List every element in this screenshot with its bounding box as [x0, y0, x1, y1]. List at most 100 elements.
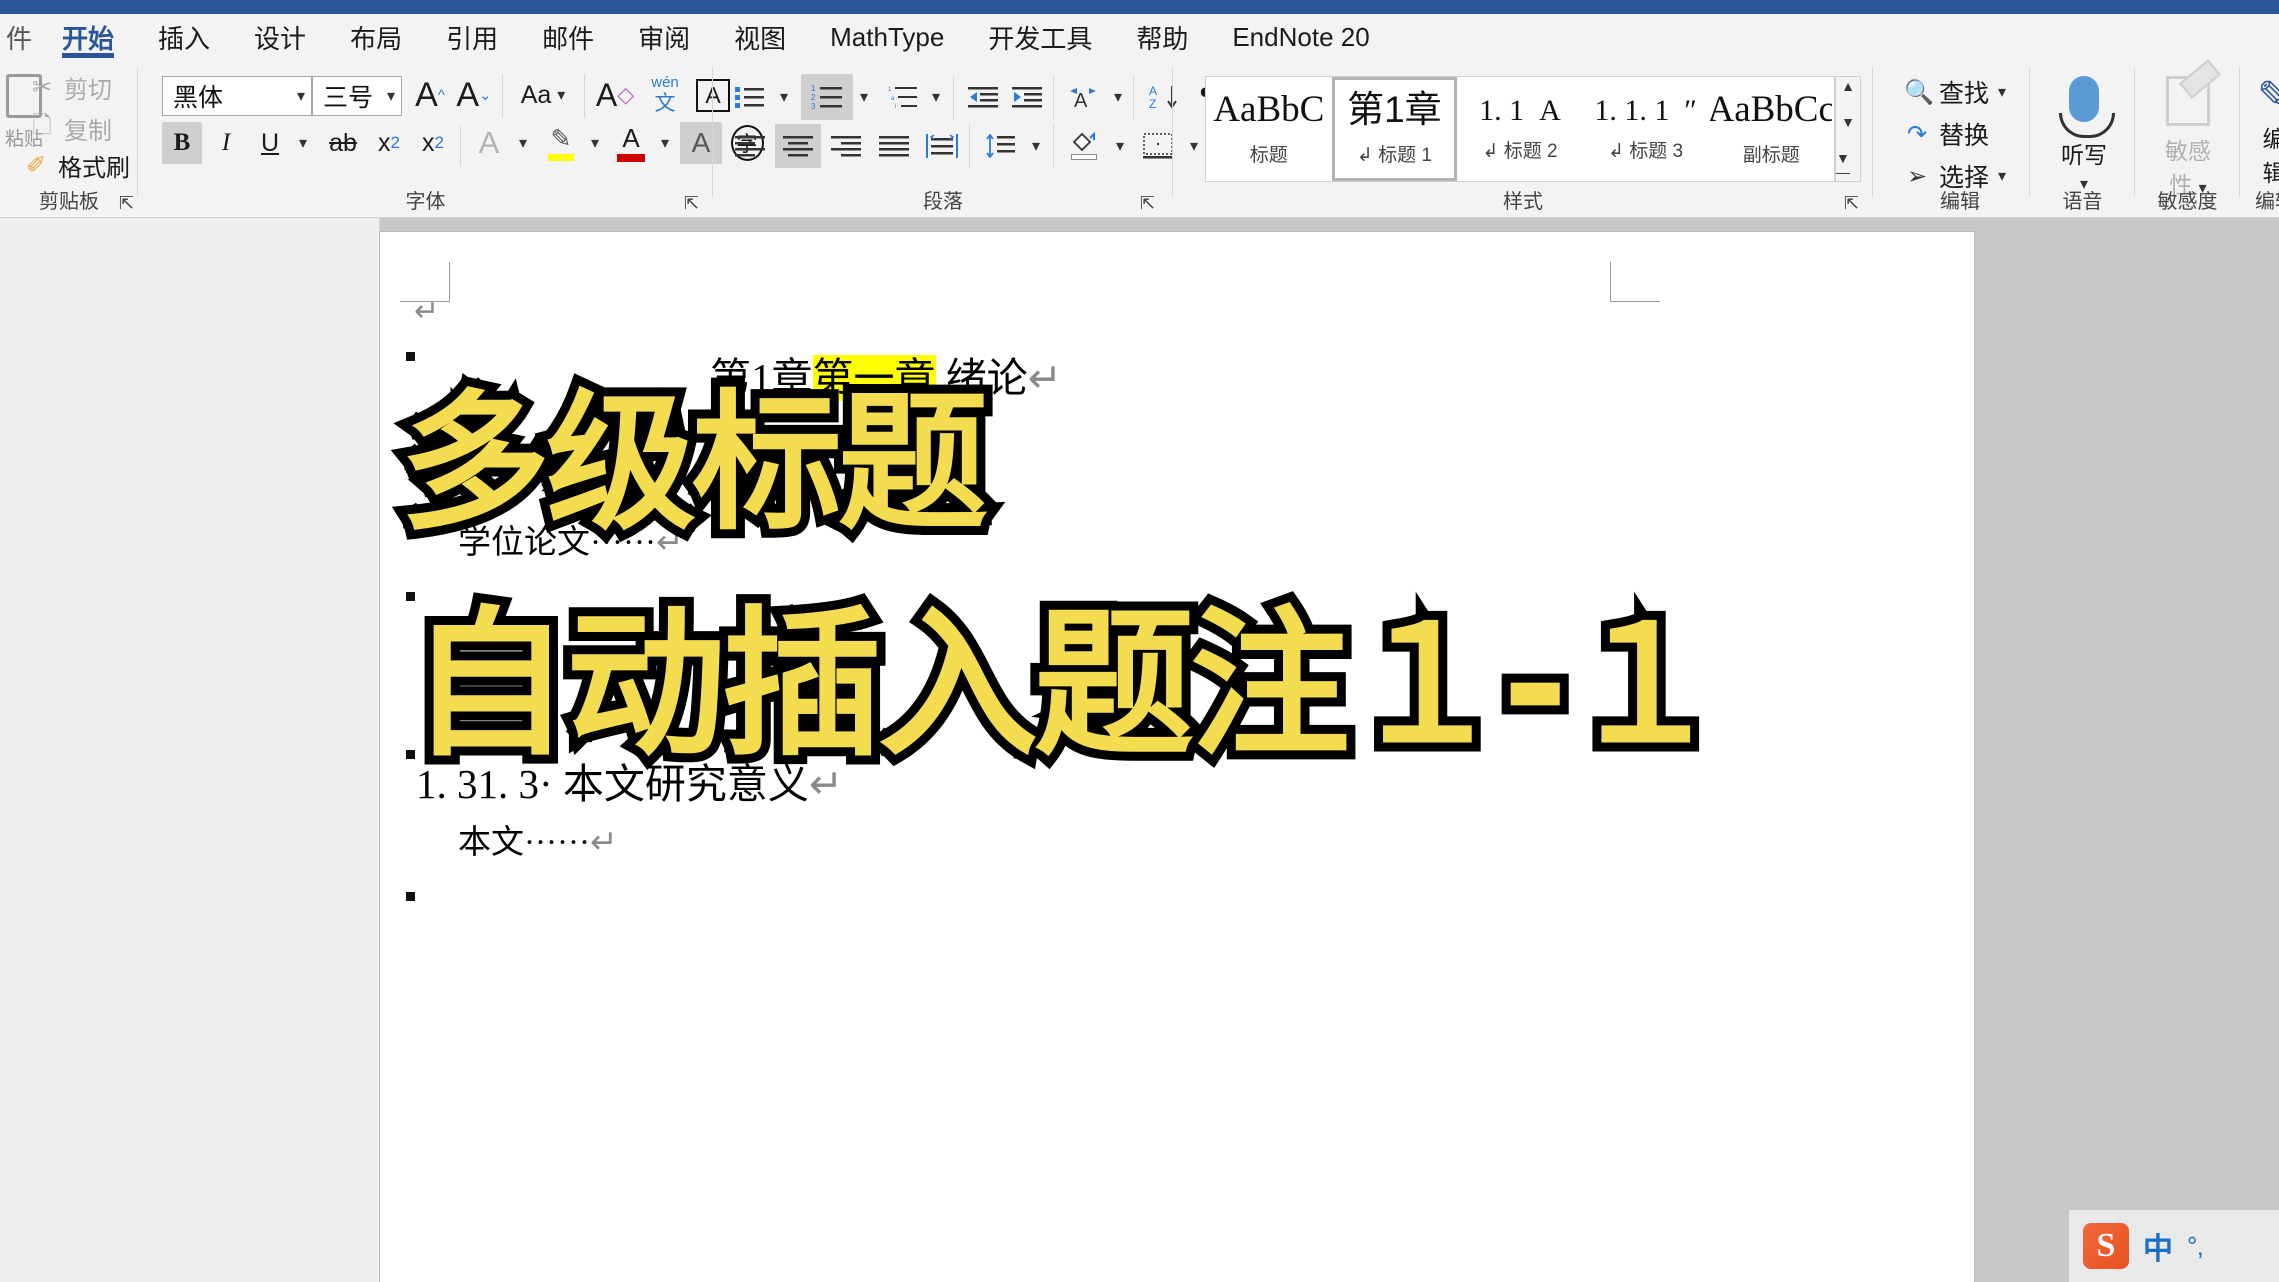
styles-gallery-scroll[interactable]: ▲ ▼ ▼— — [1835, 76, 1861, 182]
copy-button[interactable]: 🗋 复制 — [28, 108, 112, 149]
font-name-combo[interactable]: 黑体 ▾ — [162, 76, 312, 116]
copy-icon: 🗋 — [32, 112, 52, 139]
text-highlight-button[interactable]: ✎ — [540, 118, 582, 166]
change-case-button[interactable]: Aa ▾ — [510, 74, 576, 116]
justify-button[interactable] — [871, 124, 917, 168]
scroll-up-icon[interactable]: ▲ — [1841, 79, 1855, 93]
text-effects-button[interactable]: A — [468, 122, 510, 164]
style-item-title[interactable]: AaBbC 标题 — [1206, 77, 1332, 181]
ime-punctuation-icon[interactable]: °‚ — [2187, 1231, 2203, 1262]
font-color-button[interactable]: A — [610, 118, 652, 166]
find-button[interactable]: 🔍 查找 ▾ — [1904, 74, 2006, 110]
align-right-button[interactable] — [823, 124, 869, 168]
body-text-2: 本文······ — [458, 825, 590, 861]
paragraph-dialog-launcher[interactable]: ⇱ — [1140, 194, 1155, 212]
style-item-heading2[interactable]: 1. 1 A ↲ 标题 2 — [1457, 77, 1583, 181]
font-size-combo[interactable]: 三号 ▾ — [312, 76, 402, 116]
style-item-heading1[interactable]: 第1章 ↲ 标题 1 — [1331, 77, 1458, 181]
style-preview: AaBbC — [1213, 89, 1325, 131]
tab-layout[interactable]: 布局 — [328, 14, 424, 60]
style-preview: AaBbCc — [1708, 89, 1834, 131]
tab-review[interactable]: 审阅 — [616, 14, 712, 60]
shrink-font-button[interactable]: A ⌄ — [454, 74, 494, 116]
tab-developer[interactable]: 开发工具 — [966, 14, 1114, 60]
phonetic-guide-button[interactable]: wén 文 — [642, 72, 688, 118]
clipboard-dialog-launcher[interactable]: ⇱ — [119, 194, 134, 212]
phonetic-hanzi: 文 — [654, 91, 676, 115]
strikethrough-button[interactable]: ab — [322, 122, 364, 164]
bullets-dropdown[interactable]: ▾ — [771, 76, 797, 118]
tab-file[interactable]: 件 — [0, 14, 40, 60]
grow-font-button[interactable]: A ^ — [410, 74, 450, 116]
shading-button[interactable] — [1061, 122, 1107, 168]
decrease-indent-button[interactable] — [961, 76, 1005, 118]
group-sensitivity: 敏感 性 ▾ 敏感度 — [2135, 60, 2240, 218]
multilevel-dropdown[interactable]: ▾ — [923, 76, 949, 118]
tab-mailings[interactable]: 邮件 — [520, 14, 616, 60]
group-paragraph: ▾ 123 ▾ 1ai ▾ A ▾ AZ ▾ ▾ ▾ 段落 ⇱ — [713, 60, 1214, 218]
style-label: ↲ 标题 1 — [1356, 144, 1432, 166]
divider — [1872, 68, 1873, 196]
editor-button[interactable]: ✎ 编 辑 — [2244, 76, 2279, 188]
subscript-button[interactable]: x2 — [368, 122, 410, 164]
text-effects-dropdown[interactable]: ▾ — [510, 122, 536, 164]
highlight-dropdown[interactable]: ▾ — [582, 122, 608, 164]
editor-line1: 编 — [2262, 126, 2279, 152]
ime-indicator[interactable]: S 中 °‚ — [2069, 1210, 2279, 1282]
scroll-down-icon[interactable]: ▼ — [1841, 115, 1855, 129]
styles-more-icon[interactable]: ▼— — [1836, 151, 1860, 179]
styles-dialog-launcher[interactable]: ⇱ — [1844, 194, 1859, 212]
italic-button[interactable]: I — [206, 122, 246, 164]
microphone-icon — [2059, 76, 2115, 138]
shading-dropdown[interactable]: ▾ — [1107, 124, 1133, 168]
body-line-2: 本文······↵ — [458, 815, 618, 863]
align-center-button[interactable] — [775, 124, 821, 168]
increase-indent-icon — [1012, 87, 1042, 108]
numbering-dropdown[interactable]: ▾ — [851, 76, 877, 118]
dictate-button[interactable]: 听写 ▾ — [2056, 76, 2115, 194]
bullets-button[interactable] — [727, 76, 773, 118]
tab-view[interactable]: 视图 — [712, 14, 808, 60]
styles-gallery[interactable]: AaBbC 标题 第1章 ↲ 标题 1 1. 1 A ↲ 标题 2 1. 1. … — [1205, 76, 1835, 182]
tab-endnote[interactable]: EndNote 20 — [1210, 14, 1391, 60]
sogou-logo-icon[interactable]: S — [2083, 1223, 2129, 1269]
tab-help[interactable]: 帮助 — [1114, 14, 1210, 60]
bold-button[interactable]: B — [162, 122, 202, 164]
multilevel-list-icon: 1 ai — [888, 87, 917, 109]
divider — [460, 126, 461, 166]
line-spacing-icon — [986, 134, 1015, 158]
style-item-subtitle[interactable]: AaBbCc 副标题 — [1708, 77, 1834, 181]
multilevel-list-button[interactable]: 1 ai — [881, 76, 925, 118]
font-dialog-launcher[interactable]: ⇱ — [684, 194, 699, 212]
align-left-button[interactable] — [727, 124, 773, 168]
distribute-button[interactable] — [919, 124, 965, 168]
tab-design[interactable]: 设计 — [232, 14, 328, 60]
cut-button[interactable]: ✂ 剪切 — [28, 70, 112, 105]
tab-insert[interactable]: 插入 — [136, 14, 232, 60]
ime-mode-label[interactable]: 中 — [2143, 1224, 2173, 1268]
superscript-button[interactable]: x2 — [412, 122, 454, 164]
replace-button[interactable]: ↷ 替换 — [1904, 116, 1989, 152]
title-bar — [0, 0, 2279, 14]
asian-layout-dropdown[interactable]: ▾ — [1105, 76, 1131, 118]
tab-home[interactable]: 开始 — [40, 14, 136, 60]
tab-mathtype[interactable]: MathType — [808, 14, 966, 60]
numbering-button[interactable]: 123 — [801, 74, 853, 120]
clear-formatting-button[interactable]: A ◇ — [592, 74, 638, 116]
style-item-heading3[interactable]: 1. 1. 1 ″ ↲ 标题 3 — [1583, 77, 1709, 181]
font-color-dropdown[interactable]: ▾ — [652, 122, 678, 164]
line-spacing-button[interactable] — [977, 124, 1023, 168]
sensitivity-button[interactable]: 敏感 性 ▾ — [2157, 76, 2219, 200]
chevron-down-icon: ▾ — [298, 135, 308, 152]
underline-dropdown[interactable]: ▾ — [290, 122, 316, 164]
format-painter-button[interactable]: ✐ 格式刷 — [22, 148, 130, 183]
line-spacing-dropdown[interactable]: ▾ — [1023, 124, 1049, 168]
increase-indent-button[interactable] — [1005, 76, 1049, 118]
chevron-down-icon: ▾ — [1998, 168, 2007, 185]
asian-layout-button[interactable]: A — [1061, 76, 1105, 118]
font-color-a-icon: A — [622, 122, 640, 153]
style-bullet-marker-5 — [406, 892, 415, 901]
underline-button[interactable]: U — [250, 122, 290, 164]
tab-references[interactable]: 引用 — [424, 14, 520, 60]
style-label: ↲ 标题 2 — [1482, 141, 1558, 163]
